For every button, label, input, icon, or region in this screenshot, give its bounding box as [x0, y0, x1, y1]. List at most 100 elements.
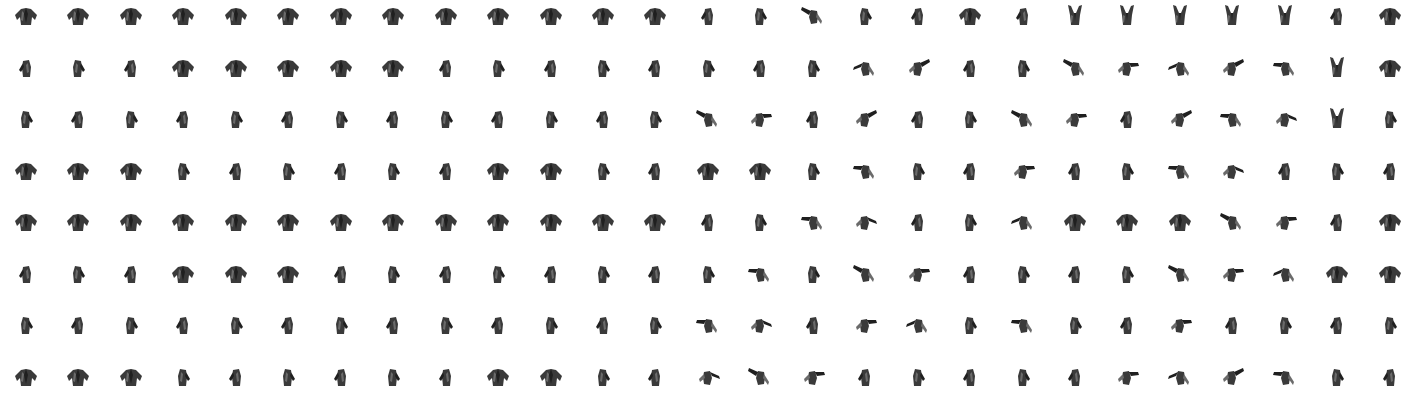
jacket-sprite — [1270, 53, 1300, 83]
jacket-sprite — [221, 259, 251, 289]
jacket-icon — [853, 165, 874, 179]
jacket-sprite — [63, 104, 93, 134]
jacket-sprite — [850, 207, 880, 237]
jacket-icon — [1120, 111, 1132, 128]
jacket-sprite — [326, 259, 356, 289]
jacket-shape — [1025, 166, 1035, 170]
jacket-sprite — [63, 310, 93, 340]
jacket-icon — [703, 266, 715, 283]
jacket-icon — [1064, 214, 1086, 231]
jacket-sprite — [221, 1, 251, 31]
jacket-sprite — [1112, 1, 1142, 31]
jacket-icon — [1011, 216, 1032, 230]
jacket-sprite — [640, 156, 670, 186]
jacket-sprite — [1217, 104, 1247, 134]
jacket-icon — [1168, 371, 1189, 385]
jacket-icon — [435, 8, 457, 25]
jacket-icon — [1379, 60, 1401, 77]
jacket-sprite — [588, 104, 618, 134]
jacket-sprite — [745, 310, 775, 340]
jacket-sprite — [431, 156, 461, 186]
jacket-sprite — [1008, 259, 1038, 289]
sprite-row — [0, 248, 1404, 300]
jacket-icon — [540, 163, 562, 180]
jacket-sprite — [850, 310, 880, 340]
jacket-icon — [748, 368, 769, 385]
jacket-sprite — [1322, 104, 1352, 134]
jacket-icon — [911, 111, 923, 128]
jacket-sprite — [798, 1, 828, 31]
jacket-sprite — [63, 207, 93, 237]
jacket-shape — [1273, 63, 1283, 67]
jacket-icon — [73, 60, 85, 77]
jacket-icon — [853, 265, 874, 282]
jacket-icon — [1385, 111, 1397, 128]
jacket-sprite — [378, 207, 408, 237]
jacket-shape — [1273, 372, 1283, 376]
jacket-icon — [441, 111, 453, 128]
jacket-sprite — [1165, 259, 1195, 289]
jacket-icon — [15, 8, 37, 25]
jacket-icon — [963, 60, 975, 77]
jacket-sprite — [693, 310, 723, 340]
jacket-icon — [388, 369, 400, 386]
jacket-shape — [1168, 265, 1178, 273]
jacket-sprite — [431, 362, 461, 392]
sprite-row — [0, 93, 1404, 145]
jacket-icon — [644, 8, 666, 25]
jacket-icon — [1278, 5, 1292, 25]
jacket-sprite — [693, 259, 723, 289]
jacket-icon — [1330, 8, 1342, 25]
jacket-icon — [856, 216, 877, 230]
jacket-icon — [1223, 268, 1244, 282]
jacket-sprite — [640, 207, 670, 237]
jacket-sprite — [273, 53, 303, 83]
jacket-sprite — [955, 53, 985, 83]
jacket-icon — [696, 110, 717, 127]
jacket-sprite — [221, 104, 251, 134]
jacket-sprite — [955, 156, 985, 186]
jacket-sprite — [483, 207, 513, 237]
jacket-icon — [229, 163, 241, 180]
jacket-icon — [176, 317, 188, 334]
jacket-icon — [229, 369, 241, 386]
jacket-shape — [1220, 114, 1230, 118]
jacket-icon — [334, 266, 346, 283]
jacket-icon — [1169, 214, 1191, 231]
jacket-icon — [71, 317, 83, 334]
jacket-sprite — [1165, 156, 1195, 186]
jacket-icon — [598, 60, 610, 77]
jacket-icon — [1018, 60, 1030, 77]
jacket-icon — [15, 163, 37, 180]
jacket-sprite — [1112, 362, 1142, 392]
jacket-icon — [592, 8, 614, 25]
jacket-icon — [67, 369, 89, 386]
jacket-icon — [336, 111, 348, 128]
jacket-sprite — [483, 104, 513, 134]
jacket-icon — [1118, 62, 1139, 76]
jacket-sprite — [640, 104, 670, 134]
jacket-sprite — [326, 207, 356, 237]
jacket-sprite — [1165, 362, 1195, 392]
jacket-sprite — [745, 362, 775, 392]
jacket-sprite — [588, 362, 618, 392]
jacket-icon — [493, 60, 505, 77]
jacket-icon — [21, 317, 33, 334]
jacket-sprite — [1322, 207, 1352, 237]
jacket-sprite — [168, 53, 198, 83]
jacket-icon — [439, 60, 451, 77]
jacket-sprite — [1375, 104, 1404, 134]
jacket-icon — [120, 8, 142, 25]
jacket-sprite — [903, 1, 933, 31]
jacket-icon — [21, 111, 33, 128]
jacket-icon — [1330, 214, 1342, 231]
jacket-sprite — [1112, 259, 1142, 289]
jacket-icon — [1326, 266, 1348, 283]
jacket-icon — [801, 7, 822, 24]
jacket-sprite — [903, 104, 933, 134]
jacket-sprite — [850, 259, 880, 289]
jacket-icon — [963, 163, 975, 180]
jacket-sprite — [483, 53, 513, 83]
jacket-icon — [19, 60, 31, 77]
jacket-sprite — [1270, 207, 1300, 237]
